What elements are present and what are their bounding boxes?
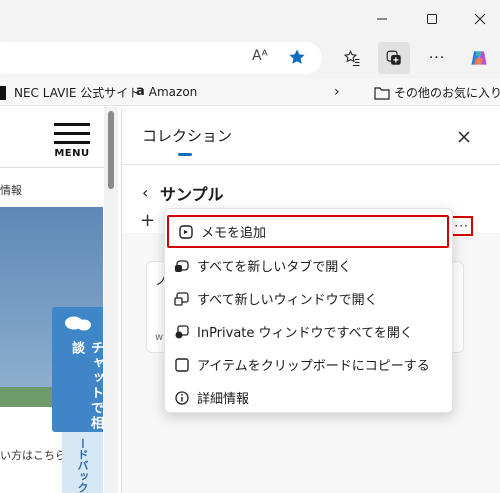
- collections-title: コレクション: [142, 127, 233, 145]
- back-button[interactable]: ‹: [142, 183, 148, 202]
- other-favorites-folder[interactable]: その他のお気に入り: [374, 84, 500, 101]
- copy-icon: [167, 357, 197, 373]
- read-aloud-icon: Aᴬ: [252, 48, 268, 64]
- menu-item-open-all-inprivate[interactable]: InPrivate ウィンドウですべてを開く: [165, 315, 454, 348]
- menu-item-label: InPrivate ウィンドウですべてを開く: [197, 326, 413, 341]
- title-underline: [178, 153, 192, 156]
- chevron-left-icon: ‹: [142, 183, 149, 202]
- hero-ground: [0, 387, 60, 407]
- read-aloud-button[interactable]: Aᴬ: [252, 48, 276, 68]
- feedback-label: ードバック: [76, 438, 89, 493]
- amazon-favicon: a: [136, 84, 145, 99]
- chat-bubble-icon: [65, 316, 91, 331]
- folder-icon: [374, 86, 390, 100]
- window-icon: [167, 291, 197, 307]
- hamburger-bar: [54, 141, 90, 144]
- favorites-button[interactable]: [336, 42, 368, 74]
- favorites-overflow-chevron[interactable]: ›: [334, 84, 340, 100]
- collections-button[interactable]: [378, 42, 410, 74]
- web-page: MENU 情報 い方はこちら チャットで相談 ードバック: [0, 107, 118, 493]
- settings-more-button[interactable]: ···: [421, 42, 453, 74]
- address-bar[interactable]: Aᴬ: [0, 42, 322, 74]
- favorite-label: NEC LAVIE 公式サイト: [14, 86, 141, 100]
- favorite-label: Amazon: [148, 84, 198, 99]
- collections-header: コレクション: [122, 109, 500, 165]
- hamburger-bar: [54, 132, 90, 135]
- add-current-page-button[interactable]: +: [140, 212, 155, 230]
- scrollbar-thumb[interactable]: [108, 111, 114, 189]
- collection-name: サンプル: [160, 185, 224, 204]
- title-bar: [0, 0, 500, 38]
- menu-item-add-note[interactable]: メモを追加: [167, 215, 449, 248]
- menu-label: MENU: [54, 148, 90, 159]
- page-scrollbar[interactable]: [104, 107, 118, 493]
- close-icon: [458, 131, 470, 143]
- more-icon: ···: [428, 50, 446, 66]
- menu-item-details[interactable]: 詳細情報: [165, 381, 454, 414]
- collections-icon: [386, 50, 401, 65]
- inprivate-icon: [167, 324, 197, 340]
- plus-icon: +: [140, 210, 156, 231]
- maximize-icon: [427, 14, 437, 24]
- menu-button[interactable]: MENU: [52, 123, 92, 159]
- favorite-nec[interactable]: NEC LAVIE 公式サイト: [0, 84, 140, 101]
- menu-item-label: 詳細情報: [197, 392, 250, 407]
- favorites-list-icon: [343, 50, 360, 67]
- feedback-button[interactable]: ードバック: [62, 432, 103, 493]
- page-divider: [0, 167, 118, 168]
- menu-item-open-all-window[interactable]: すべて新しいウィンドウで開く: [165, 282, 454, 315]
- tabs-icon: [167, 258, 197, 274]
- favorites-bar: NEC LAVIE 公式サイト a Amazon › その他のお気に入り: [0, 78, 500, 106]
- copilot-button[interactable]: [463, 42, 495, 74]
- close-icon: [474, 13, 486, 25]
- close-window-button[interactable]: [462, 5, 498, 33]
- copilot-icon: [471, 51, 487, 65]
- menu-item-label: すべてを新しいタブで開く: [197, 260, 352, 275]
- close-panel-button[interactable]: [452, 125, 476, 149]
- nec-favicon: [0, 85, 6, 100]
- hamburger-bar: [54, 123, 90, 126]
- menu-item-label: アイテムをクリップボードにコピーする: [197, 359, 430, 374]
- menu-item-copy-clipboard[interactable]: アイテムをクリップボードにコピーする: [165, 348, 454, 381]
- minimize-button[interactable]: [364, 5, 400, 33]
- menu-item-open-all-tabs[interactable]: すべてを新しいタブで開く: [165, 249, 454, 282]
- chat-consult-button[interactable]: チャットで相談: [52, 307, 103, 432]
- star-icon: [289, 49, 305, 64]
- more-icon: ···: [454, 219, 469, 233]
- menu-item-label: メモを追加: [201, 226, 267, 241]
- page-info-text[interactable]: 情報: [0, 182, 22, 198]
- hero-caption[interactable]: い方はこちら: [0, 447, 66, 463]
- note-icon: [171, 224, 201, 240]
- collection-more-button[interactable]: ···: [450, 216, 473, 236]
- folder-label: その他のお気に入り: [394, 86, 500, 100]
- collection-context-menu: メモを追加 すべてを新しいタブで開く すべて新しいウィンドウで開く InPriv…: [164, 208, 453, 413]
- info-icon: [167, 390, 197, 406]
- chevron-right-icon: ›: [334, 84, 340, 100]
- minimize-icon: [377, 18, 387, 20]
- menu-item-label: すべて新しいウィンドウで開く: [197, 293, 378, 308]
- maximize-button[interactable]: [414, 5, 450, 33]
- favorite-amazon[interactable]: a Amazon: [136, 84, 197, 99]
- favorite-star-button[interactable]: [288, 48, 306, 70]
- chat-consult-label: チャットで相談: [69, 341, 103, 431]
